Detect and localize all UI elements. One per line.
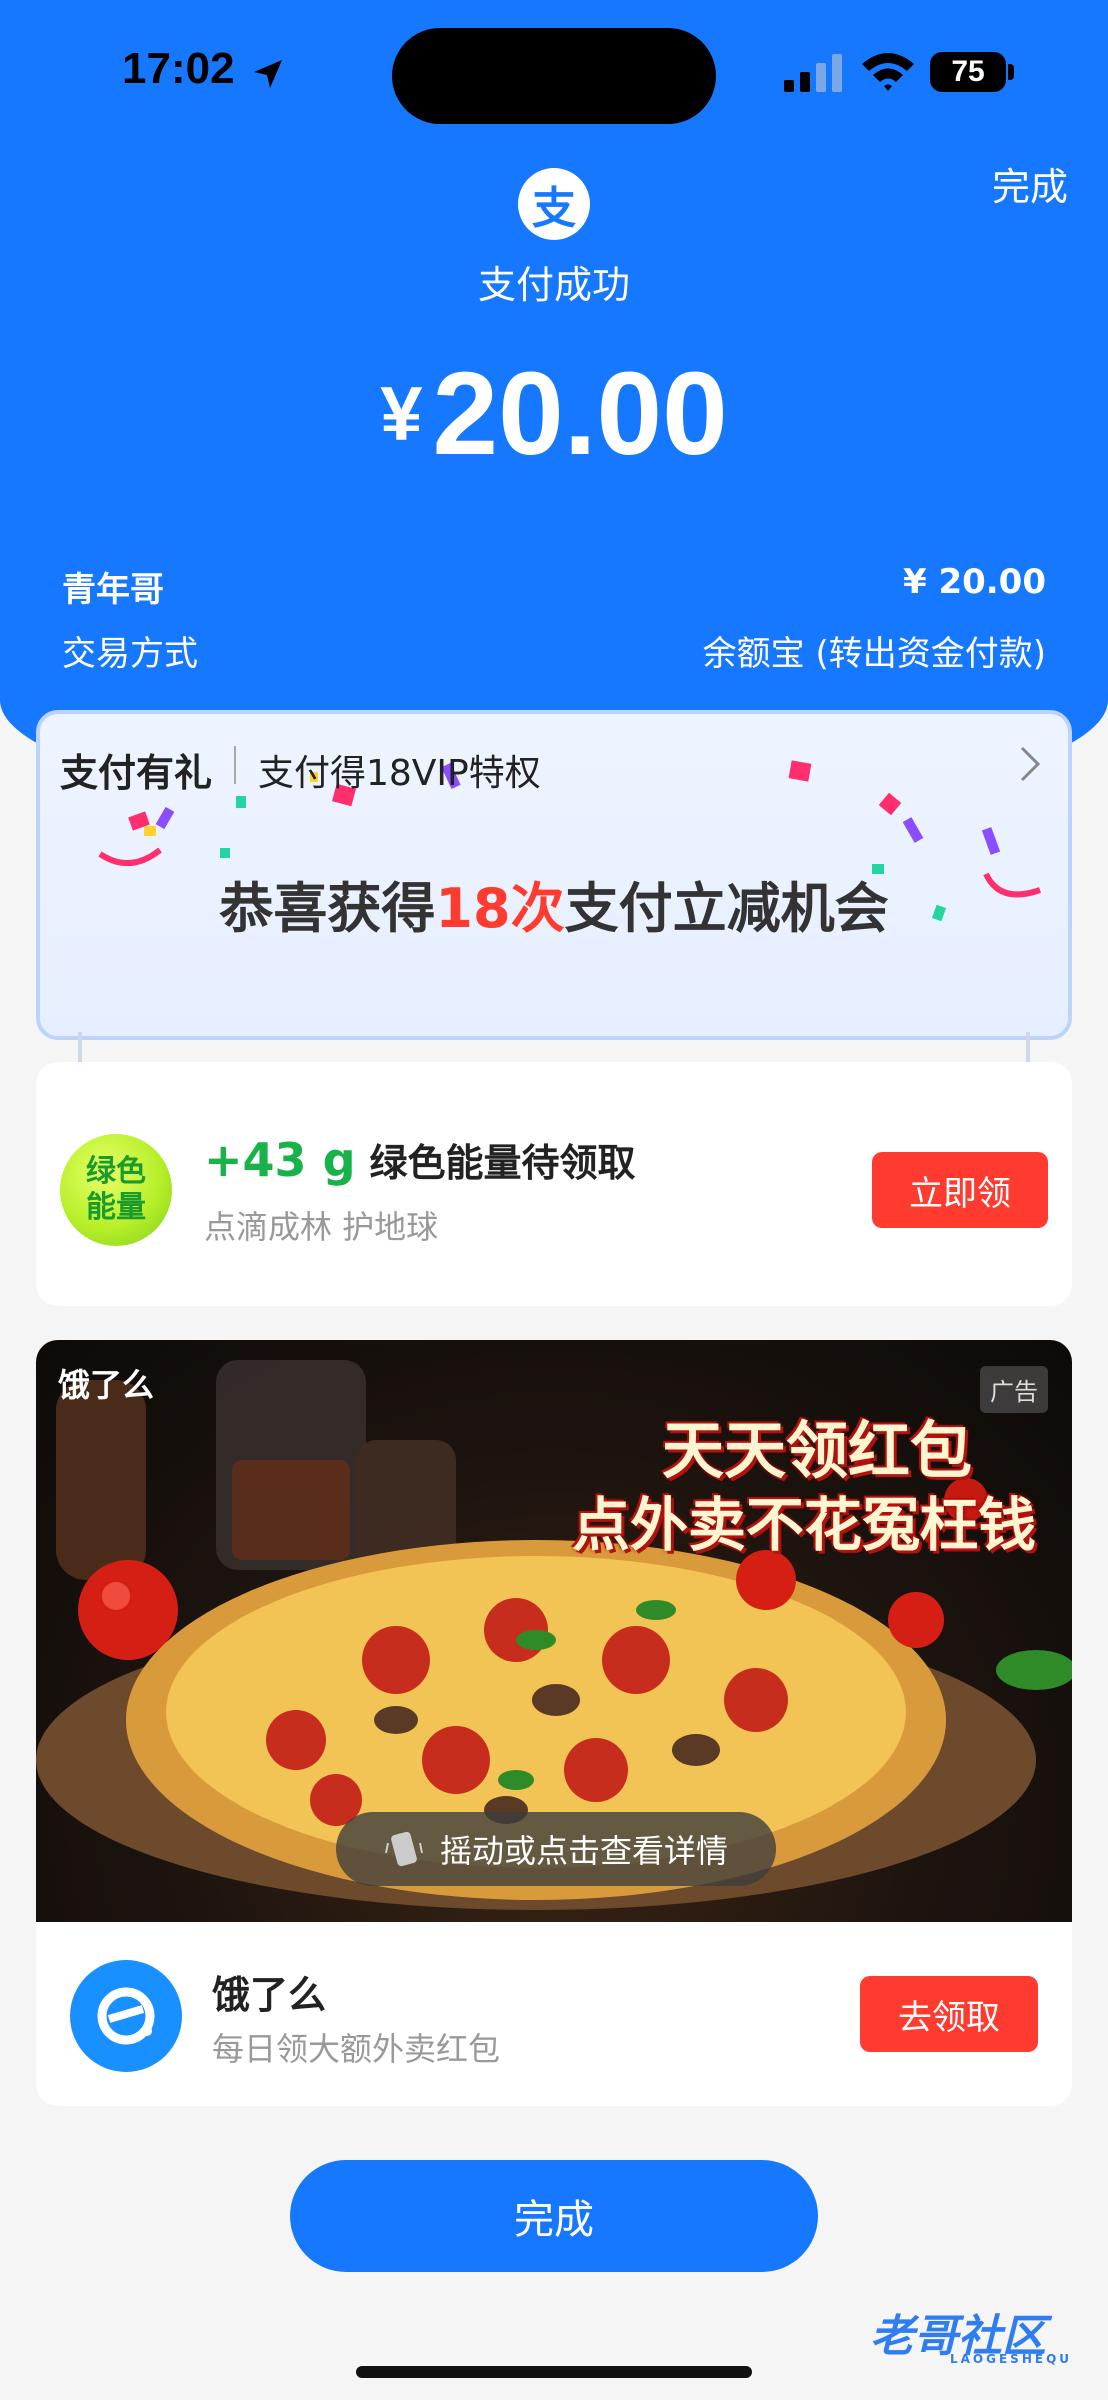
claim-coupon-button[interactable]: 去领取	[860, 1976, 1038, 2052]
shake-phone-icon	[385, 1831, 423, 1867]
promo-message-highlight: 18次	[435, 877, 565, 940]
energy-title-text: 绿色能量待领取	[369, 1141, 636, 1185]
watermark-subtext: LAOGESHEQU	[950, 2352, 1073, 2366]
done-link[interactable]: 完成	[992, 156, 1068, 211]
promo-message-post: 支付立减机会	[564, 877, 889, 940]
ad-headline-2: 点外卖不花冤枉钱	[571, 1491, 1036, 1559]
green-energy-ball-icon: 绿色 能量	[60, 1134, 172, 1246]
eleme-ad-card[interactable]: 饿了么 广告 天天领红包 点外卖不花冤枉钱 摇动或点击查看详情 饿了么 每日领大…	[36, 1340, 1072, 2106]
ad-headline-1: 天天领红包	[661, 1414, 972, 1487]
shake-hint[interactable]: 摇动或点击查看详情	[336, 1812, 776, 1886]
method-value: 余额宝 (转出资金付款)	[702, 634, 1046, 674]
promo-message: 恭喜获得18次支付立减机会	[40, 864, 1068, 943]
home-indicator[interactable]	[356, 2366, 752, 2378]
promo-title: 支付有礼	[60, 751, 213, 795]
promo-banner[interactable]: 支付有礼 支付得18VIP特权 恭喜获得18次支付立减机会	[36, 710, 1072, 1040]
method-label: 交易方式	[62, 634, 198, 674]
green-energy-card[interactable]: 绿色 能量 +43 g 绿色能量待领取 点滴成林 护地球 立即领	[36, 1062, 1072, 1306]
done-button[interactable]: 完成	[290, 2160, 818, 2272]
shake-hint-text: 摇动或点击查看详情	[439, 1832, 728, 1870]
energy-amount: +43 g	[204, 1133, 356, 1187]
status-bar: 17:02 75	[0, 0, 1108, 150]
currency-symbol: ¥	[380, 372, 423, 457]
ad-title: 饿了么	[212, 1973, 327, 2017]
method-row: 交易方式 余额宝 (转出资金付款)	[62, 626, 1046, 675]
energy-ball-line-2: 能量	[86, 1190, 146, 1225]
location-arrow-icon	[254, 60, 282, 88]
payment-success-title: 支付成功	[477, 263, 630, 307]
alipay-logo-icon: 支	[518, 168, 590, 240]
ad-subtitle: 每日领大额外卖红包	[212, 2030, 501, 2068]
energy-title: +43 g 绿色能量待领取	[204, 1132, 636, 1187]
promo-message-pre: 恭喜获得	[219, 877, 436, 940]
ad-image[interactable]: 饿了么 广告 天天领红包 点外卖不花冤枉钱 摇动或点击查看详情	[36, 1340, 1072, 1922]
battery-icon: 75	[930, 52, 1006, 92]
energy-ball-line-1: 绿色	[86, 1154, 146, 1189]
payment-amount: ¥20.00	[0, 346, 1108, 482]
chevron-right-icon[interactable]	[1018, 744, 1044, 784]
payee-name: 青年哥	[62, 570, 164, 610]
promo-subtitle: 支付得18VIP特权	[258, 753, 541, 794]
watermark-logo: 老哥社区 LAOGESHEQU	[870, 2300, 1100, 2370]
battery-tip	[1008, 64, 1014, 80]
status-time: 17:02	[122, 44, 235, 93]
signal-icon	[784, 54, 842, 92]
payee-amount: ¥ 20.00	[902, 562, 1046, 602]
ad-tag[interactable]: 广告	[980, 1366, 1048, 1413]
energy-subtitle: 点滴成林 护地球	[204, 1208, 439, 1246]
ad-brand-logo: 饿了么	[58, 1366, 155, 1404]
dynamic-island	[392, 28, 716, 124]
amount-value: 20.00	[432, 348, 728, 480]
payee-row: 青年哥 ¥ 20.00	[62, 562, 1046, 611]
wifi-icon	[862, 53, 914, 91]
claim-energy-button[interactable]: 立即领	[872, 1152, 1048, 1228]
eleme-logo-icon	[70, 1960, 182, 2072]
promo-divider	[234, 746, 236, 784]
